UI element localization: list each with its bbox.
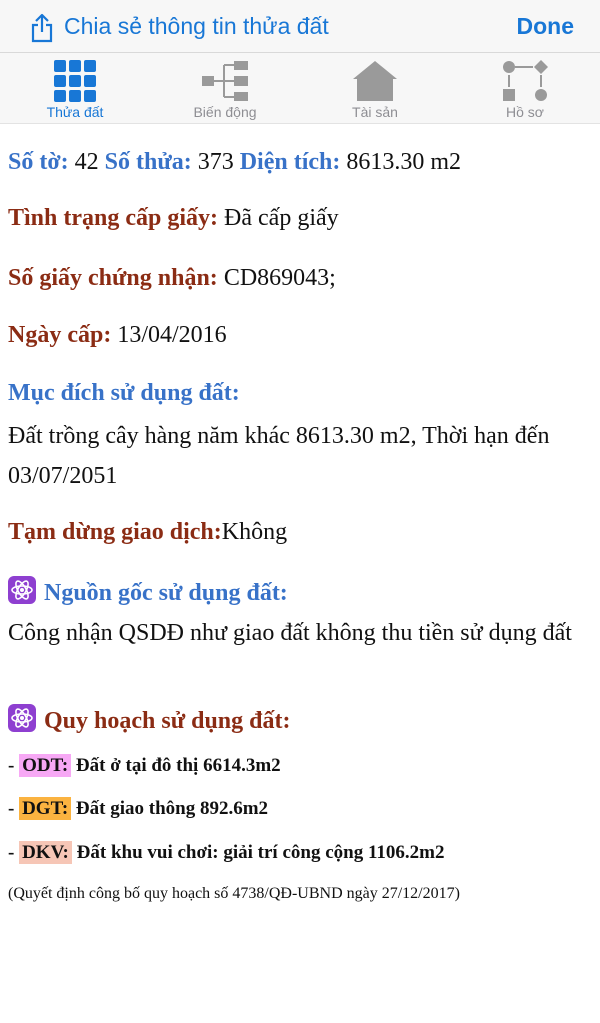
planning-note: (Quyết định công bố quy hoạch số 4738/QĐ… (8, 885, 460, 902)
issue-date-row: Ngày cấp: 13/04/2016 (8, 322, 227, 349)
done-button[interactable]: Done (517, 13, 575, 40)
suspend-row: Tạm dừng giao dịch:Không (8, 519, 287, 546)
planning-item-dkv: - DKV: Đất khu vui chơi: giải trí công c… (8, 841, 445, 864)
share-icon[interactable] (30, 13, 54, 43)
cert-number-row: Số giấy chứng nhận: CD869043; (8, 265, 336, 292)
atom-icon (8, 576, 36, 604)
origin-value: Công nhận QSDĐ như giao đất không thu ti… (8, 620, 572, 646)
atom-icon (8, 704, 36, 732)
grid-icon (54, 60, 96, 102)
issue-date-value: 13/04/2016 (117, 322, 227, 348)
origin-heading: Nguồn gốc sử dụng đất: (8, 576, 288, 607)
planning-item-odt: - ODT: Đất ở tại đô thị 6614.3m2 (8, 754, 281, 777)
tab-label: Hồ sơ (506, 104, 544, 120)
purpose-heading: Mục đích sử dụng đất: (8, 380, 240, 407)
house-icon (353, 61, 397, 101)
purpose-value: Đất trồng cây hàng năm khác 8613.30 m2, … (8, 423, 550, 489)
tab-thua-dat[interactable]: Thửa đất (0, 53, 150, 123)
page-title: Chia sẻ thông tin thửa đất (64, 13, 329, 39)
suspend-value: Không (221, 519, 288, 545)
tab-bar: Thửa đất Biến động Tài sản Hồ sơ (0, 53, 600, 124)
tab-label: Biến động (193, 104, 257, 120)
origin-label: Nguồn gốc sử dụng đất: (44, 580, 288, 606)
planning-desc: Đất khu vui chơi: giải trí công cộng 110… (76, 842, 445, 863)
planning-code: ODT: (19, 754, 72, 777)
navigation-bar: Chia sẻ thông tin thửa đất Done (0, 0, 600, 53)
cert-number-label: Số giấy chứng nhận: (8, 265, 218, 291)
planning-code: DKV: (19, 841, 72, 864)
area-label: Diện tích: (239, 149, 341, 175)
planning-heading: Quy hoạch sử dụng đất: (8, 704, 290, 735)
cert-status-row: Tình trạng cấp giấy: Đã cấp giấy (8, 205, 339, 232)
cert-status-value: Đã cấp giấy (224, 205, 339, 231)
plot-label: Số thửa: (104, 149, 192, 175)
share-button[interactable] (30, 12, 54, 44)
planning-label: Quy hoạch sử dụng đất: (44, 708, 291, 734)
planning-code: DGT: (19, 797, 72, 820)
planning-item-dgt: - DGT: Đất giao thông 892.6m2 (8, 797, 269, 820)
tree-diagram-icon (202, 61, 248, 101)
parcel-summary-row: Số tờ: 42 Số thửa: 373 Diện tích: 8613.3… (8, 149, 461, 176)
tab-bien-dong[interactable]: Biến động (150, 53, 300, 123)
sheet-value: 42 (74, 149, 99, 175)
tab-label: Thửa đất (46, 104, 104, 120)
suspend-label: Tạm dừng giao dịch: (8, 519, 222, 545)
area-value: 8613.30 m2 (346, 149, 462, 175)
issue-date-label: Ngày cấp: (8, 322, 112, 348)
purpose-label: Mục đích sử dụng đất: (8, 380, 240, 406)
plot-value: 373 (197, 149, 234, 175)
flowchart-icon (503, 60, 548, 101)
tab-ho-so[interactable]: Hồ sơ (450, 53, 600, 123)
tab-tai-san[interactable]: Tài sản (300, 53, 450, 123)
tab-label: Tài sản (352, 104, 398, 120)
cert-number-value: CD869043; (223, 265, 336, 291)
planning-desc: Đất ở tại đô thị 6614.3m2 (75, 755, 281, 776)
planning-desc: Đất giao thông 892.6m2 (75, 798, 269, 819)
cert-status-label: Tình trạng cấp giấy: (8, 205, 219, 231)
sheet-label: Số tờ: (8, 149, 69, 175)
